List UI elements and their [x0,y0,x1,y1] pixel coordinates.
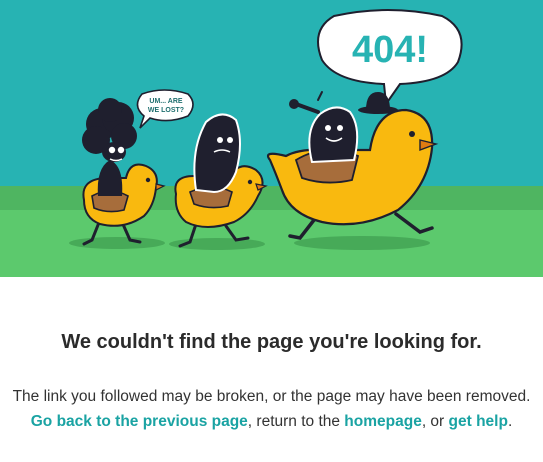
error-content: We couldn't find the page you're looking… [0,277,543,462]
shadow-3 [294,236,430,250]
homepage-link[interactable]: homepage [344,413,422,430]
or-text: , or [421,413,449,430]
bubble-lost-line1: UM... ARE [149,98,183,105]
get-help-link[interactable]: get help [449,413,508,430]
return-text: , return to the [247,413,345,430]
bubble-404-text: 404! [352,29,428,71]
lost-ducks-illustration: 404! UM... ARE WE LOST? [0,0,543,277]
period-text: . [507,413,513,430]
message-line-2: Go back to the previous page, return to … [0,411,543,433]
error-message: The link you followed may be broken, or … [0,386,543,433]
page-title: We couldn't find the page you're looking… [61,331,482,353]
grass-band-back [0,186,543,212]
hero-illustration: 404! UM... ARE WE LOST? [0,0,543,277]
previous-page-link[interactable]: Go back to the previous page [31,413,248,430]
message-line-1: The link you followed may be broken, or … [12,388,531,405]
bubble-lost-line2: WE LOST? [148,107,184,114]
